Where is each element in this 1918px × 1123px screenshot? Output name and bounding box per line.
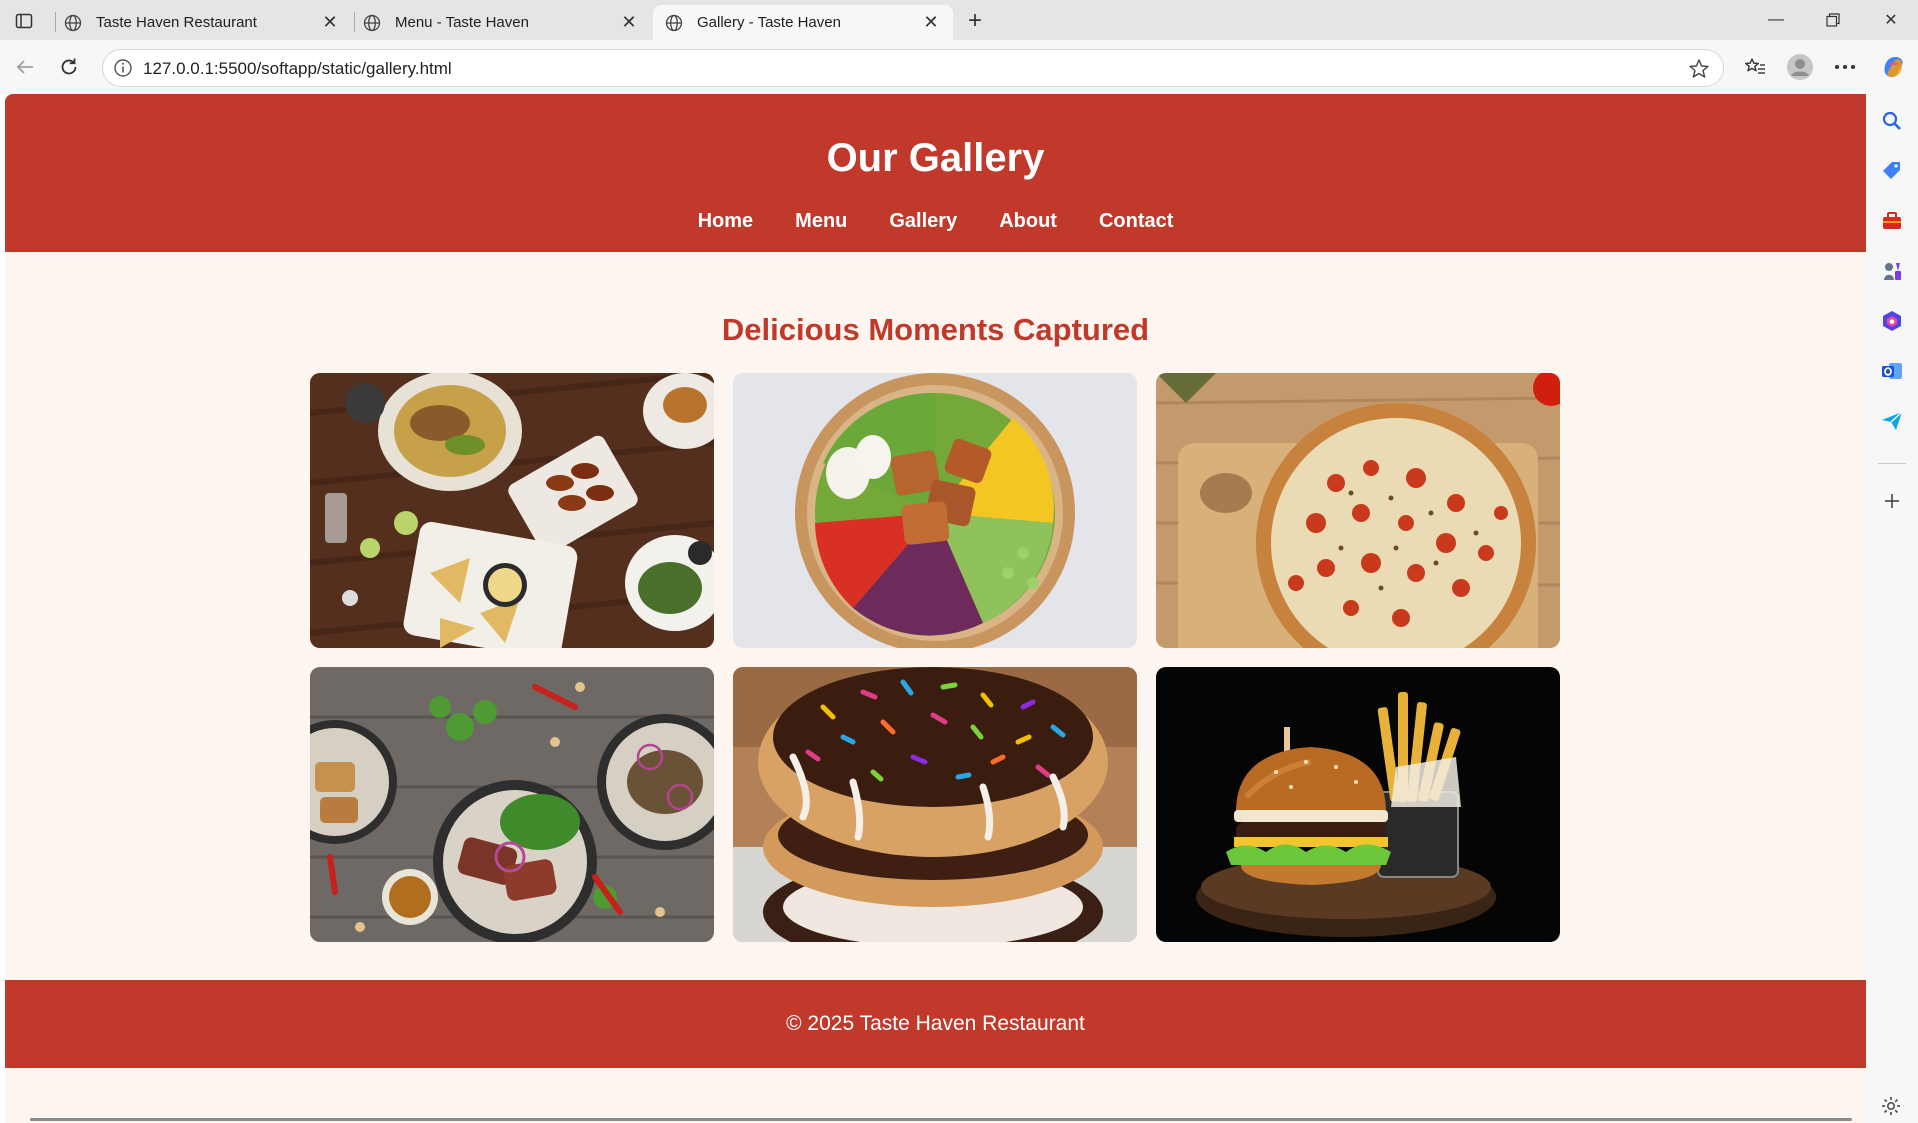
tab-home[interactable]: Taste Haven Restaurant ✕ [52,5,352,40]
favorite-star-icon[interactable] [1687,57,1711,81]
back-button[interactable] [8,50,42,84]
tab-actions-icon[interactable] [8,8,40,34]
close-icon[interactable]: ✕ [619,12,639,33]
address-bar[interactable]: 127.0.0.1:5500/softapp/static/gallery.ht… [102,49,1724,87]
gallery-image-burger[interactable] [1156,667,1560,942]
tab-title: Taste Haven Restaurant [96,14,257,31]
nav-link-contact[interactable]: Contact [1099,210,1173,233]
tab-menu[interactable]: Menu - Taste Haven ✕ [351,5,651,40]
microsoft-365-icon[interactable] [1880,309,1904,333]
shopping-tag-icon[interactable] [1880,159,1904,183]
add-icon[interactable] [1880,489,1904,513]
site-footer: © 2025 Taste Haven Restaurant [5,980,1866,1068]
favorites-icon[interactable] [1740,52,1770,82]
reload-button[interactable] [52,50,86,84]
edge-sidebar [1866,95,1918,1123]
search-icon[interactable] [1880,109,1904,133]
globe-icon [64,14,82,31]
nav-link-about[interactable]: About [999,210,1057,233]
nav-link-menu[interactable]: Menu [795,210,847,233]
info-icon[interactable] [113,58,133,78]
outlook-icon[interactable] [1880,359,1904,383]
restore-button[interactable] [1813,6,1853,34]
globe-icon [363,14,381,31]
settings-gear-icon[interactable] [1880,1095,1904,1119]
section-title: Delicious Moments Captured [721,312,1150,347]
sidebar-divider [1878,463,1906,464]
gallery-image-pizza[interactable] [1156,373,1560,648]
browser-toolbar: 127.0.0.1:5500/softapp/static/gallery.ht… [0,40,1918,95]
tab-strip: Taste Haven Restaurant ✕ Menu - Taste Ha… [0,0,1918,40]
games-icon[interactable] [1880,259,1904,283]
nav-link-gallery[interactable]: Gallery [889,210,957,233]
url-text: 127.0.0.1:5500/softapp/static/gallery.ht… [143,59,452,78]
gallery-image-donuts[interactable] [733,667,1137,942]
horizontal-scrollbar[interactable] [30,1118,1852,1121]
minimize-button[interactable]: — [1756,6,1796,34]
profile-avatar-icon[interactable] [1785,52,1815,82]
close-window-button[interactable]: ✕ [1871,6,1911,34]
toolbox-icon[interactable] [1880,209,1904,233]
gallery-image-steak-plates[interactable] [310,667,714,942]
site-header: Our Gallery Home Menu Gallery About Cont… [5,94,1866,252]
new-tab-button[interactable]: + [962,7,988,34]
tab-title: Menu - Taste Haven [395,14,529,31]
tab-title: Gallery - Taste Haven [697,14,841,31]
page-title: Our Gallery [826,136,1045,180]
gallery-image-salad-bowl[interactable] [733,373,1137,648]
close-icon[interactable]: ✕ [320,12,340,33]
copilot-icon[interactable] [1878,52,1908,82]
page-viewport: Our Gallery Home Menu Gallery About Cont… [5,94,1866,1123]
globe-icon [665,14,683,31]
gallery-image-mixed-dishes[interactable] [310,373,714,648]
copyright-text: © 2025 Taste Haven Restaurant [786,1012,1085,1035]
more-options-icon[interactable] [1830,52,1860,82]
close-icon[interactable]: ✕ [921,12,941,33]
back-arrow-icon [16,60,33,74]
send-icon[interactable] [1880,409,1904,433]
reload-icon [61,58,77,75]
nav-link-home[interactable]: Home [698,210,754,233]
main-nav: Home Menu Gallery About Contact [5,210,1866,233]
tab-gallery[interactable]: Gallery - Taste Haven ✕ [653,5,953,40]
